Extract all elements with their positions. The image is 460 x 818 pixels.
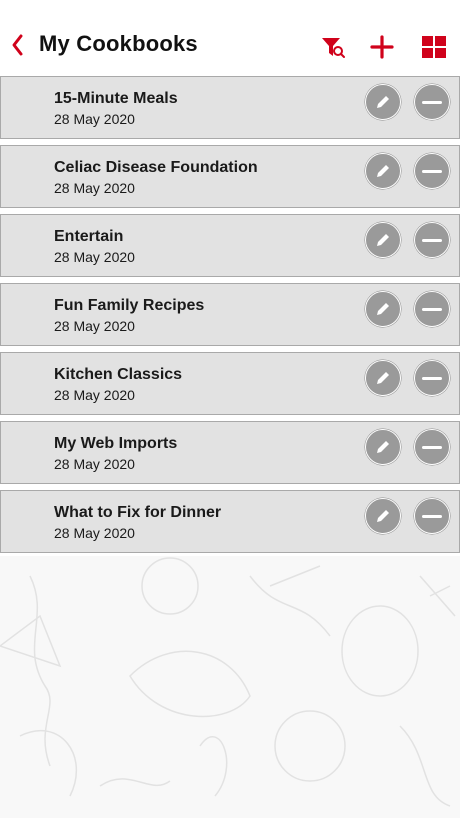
edit-button[interactable] xyxy=(365,360,401,396)
minus-icon xyxy=(422,100,442,104)
pencil-icon xyxy=(377,96,389,108)
filter-search-button[interactable] xyxy=(318,32,348,62)
edit-button[interactable] xyxy=(365,222,401,258)
cookbook-date: 28 May 2020 xyxy=(54,456,135,472)
minus-icon xyxy=(422,307,442,311)
remove-button[interactable] xyxy=(414,84,450,120)
background-illustration xyxy=(0,556,460,818)
remove-button[interactable] xyxy=(414,498,450,534)
minus-icon xyxy=(422,514,442,518)
remove-button[interactable] xyxy=(414,153,450,189)
add-cookbook-button[interactable] xyxy=(367,32,397,62)
pencil-icon xyxy=(377,234,389,246)
minus-icon xyxy=(422,169,442,173)
remove-button[interactable] xyxy=(414,360,450,396)
edit-button[interactable] xyxy=(365,429,401,465)
minus-icon xyxy=(422,445,442,449)
remove-button[interactable] xyxy=(414,222,450,258)
cookbook-row[interactable]: What to Fix for Dinner 28 May 2020 xyxy=(0,490,460,553)
cookbook-title: 15-Minute Meals xyxy=(54,90,178,107)
cookbook-title: Kitchen Classics xyxy=(54,366,183,383)
page-title: My Cookbooks xyxy=(39,31,198,56)
edit-button[interactable] xyxy=(365,84,401,120)
cookbook-date: 28 May 2020 xyxy=(54,180,135,196)
cookbook-title: Celiac Disease Foundation xyxy=(54,159,258,176)
pencil-icon xyxy=(377,372,389,384)
minus-icon xyxy=(422,376,442,380)
edit-button[interactable] xyxy=(365,291,401,327)
cookbook-row[interactable]: 15-Minute Meals 28 May 2020 xyxy=(0,76,460,139)
pencil-icon xyxy=(377,303,389,315)
filter-search-icon xyxy=(322,38,345,58)
pencil-icon xyxy=(377,165,389,177)
chevron-left-icon xyxy=(12,34,23,56)
top-bar: My Cookbooks xyxy=(0,0,460,78)
grid-view-button[interactable] xyxy=(419,32,449,62)
cookbook-row[interactable]: My Web Imports 28 May 2020 xyxy=(0,421,460,484)
cookbook-list: 15-Minute Meals 28 May 2020 Celiac Disea… xyxy=(0,76,460,559)
cookbook-row[interactable]: Entertain 28 May 2020 xyxy=(0,214,460,277)
cookbook-row[interactable]: Celiac Disease Foundation 28 May 2020 xyxy=(0,145,460,208)
minus-icon xyxy=(422,238,442,242)
edit-button[interactable] xyxy=(365,153,401,189)
cookbook-row[interactable]: Fun Family Recipes 28 May 2020 xyxy=(0,283,460,346)
remove-button[interactable] xyxy=(414,291,450,327)
cookbook-date: 28 May 2020 xyxy=(54,318,135,334)
cookbook-title: Fun Family Recipes xyxy=(54,297,205,314)
edit-button[interactable] xyxy=(365,498,401,534)
cookbook-row[interactable]: Kitchen Classics 28 May 2020 xyxy=(0,352,460,415)
pencil-icon xyxy=(377,510,389,522)
pencil-icon xyxy=(377,441,389,453)
cookbook-date: 28 May 2020 xyxy=(54,387,135,403)
cookbook-date: 28 May 2020 xyxy=(54,111,135,127)
cookbook-date: 28 May 2020 xyxy=(54,525,135,541)
back-button[interactable] xyxy=(6,30,28,60)
cookbook-date: 28 May 2020 xyxy=(54,249,135,265)
grid-view-icon xyxy=(422,36,446,58)
plus-icon xyxy=(370,35,394,59)
cookbook-title: What to Fix for Dinner xyxy=(54,504,222,521)
cookbook-title: My Web Imports xyxy=(54,435,178,452)
remove-button[interactable] xyxy=(414,429,450,465)
cookbook-title: Entertain xyxy=(54,228,124,245)
